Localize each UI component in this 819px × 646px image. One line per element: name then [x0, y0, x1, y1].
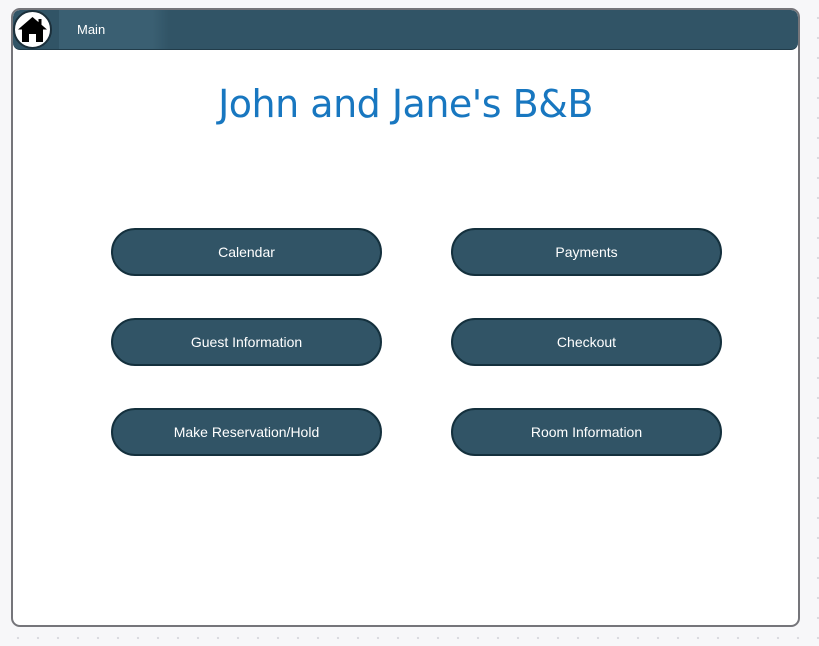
- guest-information-button[interactable]: Guest Information: [111, 318, 382, 366]
- checkout-button[interactable]: Checkout: [451, 318, 722, 366]
- header-bar: Main: [13, 10, 798, 50]
- page-title: John and Jane's B&B: [218, 82, 593, 126]
- app-window: Main John and Jane's B&B Calendar Paymen…: [11, 8, 800, 627]
- room-information-button[interactable]: Room Information: [451, 408, 722, 456]
- payments-button[interactable]: Payments: [451, 228, 722, 276]
- make-reservation-button[interactable]: Make Reservation/Hold: [111, 408, 382, 456]
- home-button[interactable]: [13, 10, 52, 49]
- calendar-button[interactable]: Calendar: [111, 228, 382, 276]
- home-icon: [17, 16, 48, 43]
- tab-main[interactable]: Main: [59, 10, 169, 49]
